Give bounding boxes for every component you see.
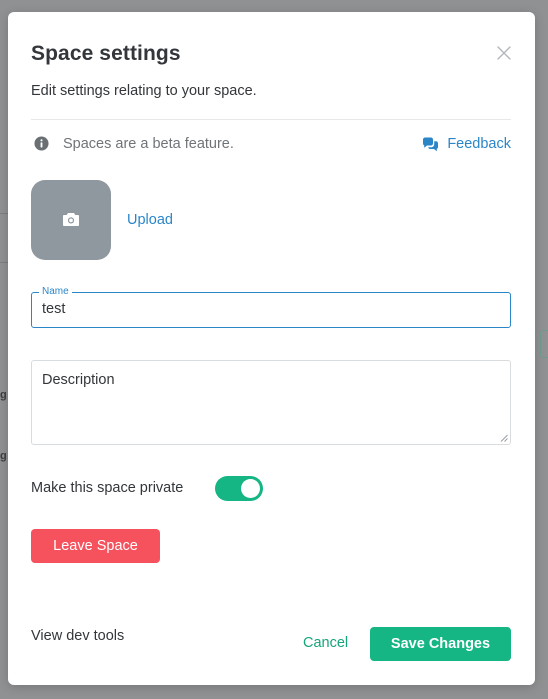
view-dev-tools-link[interactable]: View dev tools <box>31 628 124 644</box>
background-text-fragment: g <box>0 450 7 462</box>
divider <box>31 119 511 120</box>
background-divider <box>0 213 8 214</box>
description-textarea[interactable] <box>42 372 497 432</box>
background-chip <box>540 330 548 358</box>
info-icon <box>34 136 49 151</box>
background-text-fragment: g <box>0 389 7 401</box>
feedback-link[interactable]: Feedback <box>422 134 511 154</box>
modal-subtitle: Edit settings relating to your space. <box>31 83 257 99</box>
beta-notice-text: Spaces are a beta feature. <box>63 136 234 152</box>
background-divider <box>0 262 8 263</box>
private-toggle-label: Make this space private <box>31 480 184 496</box>
description-field[interactable] <box>31 360 511 445</box>
name-field-label: Name <box>39 286 72 298</box>
chat-bubbles-icon <box>423 137 439 151</box>
camera-icon <box>63 213 79 226</box>
beta-notice-row: Spaces are a beta feature. Feedback <box>31 134 511 154</box>
name-input[interactable] <box>42 301 482 317</box>
upload-link[interactable]: Upload <box>127 212 173 228</box>
close-icon[interactable] <box>496 45 512 61</box>
name-field[interactable]: Name <box>31 286 511 328</box>
cancel-button[interactable]: Cancel <box>303 635 348 651</box>
space-settings-modal: Space settings Edit settings relating to… <box>8 12 535 685</box>
leave-space-button[interactable]: Leave Space <box>31 529 160 563</box>
toggle-knob <box>241 479 260 498</box>
resize-grip-icon[interactable] <box>500 434 508 442</box>
space-avatar[interactable] <box>31 180 111 260</box>
save-changes-button[interactable]: Save Changes <box>370 627 511 661</box>
feedback-label: Feedback <box>447 136 511 152</box>
modal-title: Space settings <box>31 42 181 65</box>
private-toggle[interactable] <box>215 476 263 501</box>
